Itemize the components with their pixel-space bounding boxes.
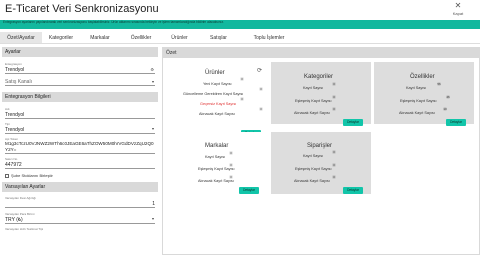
default-currency-value: TRY (₺): [5, 216, 155, 224]
tab-summary-settings[interactable]: Özet/Ayarlar: [0, 32, 42, 43]
seller-no-field[interactable]: Satıcı No 447972: [2, 157, 158, 169]
categories-card: Kategoriler 0 Kayıt Sayısı 0 Eşleşmiş Ka…: [271, 62, 371, 126]
sales-channel-select[interactable]: Satış Kanalı ▾: [2, 78, 158, 86]
orders-total-count: 0: [332, 150, 336, 154]
orders-total-label: Kayıt Sayısı: [303, 154, 324, 158]
orders-details-button[interactable]: Detaylar: [343, 187, 363, 194]
close-label: Kapat: [452, 11, 464, 16]
settings-section-title: Ayarlar: [2, 47, 158, 57]
features-fetch-label: Alınacak Kayıt Sayısı: [399, 111, 435, 115]
categories-total-label: Kayıt Sayısı: [303, 86, 324, 90]
features-title: Özellikler: [410, 74, 435, 80]
products-fetch-label: Alınacak Kayıt Sayısı: [199, 112, 235, 116]
tab-categories[interactable]: Kategoriler: [42, 32, 80, 43]
features-card: Özellikler 56 Kayıt Sayısı 46 Eşleşmiş K…: [374, 62, 474, 126]
orders-fetch-label: Alınacak Kayıt Sayısı: [294, 179, 330, 183]
sales-channel-placeholder: Satış Kanalı: [5, 78, 155, 86]
products-new-label: Yeni Kayıt Sayısı: [203, 82, 232, 86]
categories-total-count: 0: [332, 82, 336, 86]
categories-matched-count: 0: [332, 95, 336, 99]
features-matched-count: 46: [446, 95, 450, 99]
integration-value: Trendyol: [5, 66, 155, 74]
checkbox-box[interactable]: [5, 173, 9, 178]
close-button[interactable]: ✕ Kapat: [444, 1, 472, 17]
default-desi-value: 1: [5, 200, 155, 208]
orders-card: Siparişler 0 Kayıt Sayısı 0 Eşleşmiş Kay…: [271, 132, 371, 194]
categories-fetch-count: 0: [332, 107, 336, 111]
app-header: E-Ticaret Veri Senkronizasyonu ✕ Kapat: [0, 0, 480, 20]
products-update-count: 0: [259, 87, 263, 91]
api-token-field[interactable]: Api Token M1g3cTczU0VJNWZ2WTh6c0JEaGE6aT…: [2, 137, 158, 154]
name-field[interactable]: Adı Trendyol: [2, 107, 158, 119]
orders-title: Siparişler: [307, 143, 333, 149]
default-currency-select[interactable]: Varsayılan Para Birimi TRY (₺) ▾: [2, 212, 158, 224]
features-matched-label: Eşleşmiş Kayıt Sayısı: [400, 99, 437, 103]
tab-bulk-operations[interactable]: Toplu İşlemler: [240, 32, 298, 43]
brands-details-button[interactable]: Detaylar: [239, 187, 259, 194]
gear-icon[interactable]: ⚙: [150, 67, 154, 72]
info-alert: Entegrasyon ayarlarını yapılandırarak ve…: [0, 20, 480, 29]
products-new-count: 0: [240, 77, 244, 81]
chevron-down-icon: ▾: [151, 126, 154, 131]
tab-bar: Özet/Ayarlar Kategoriler Markalar Özelli…: [0, 32, 480, 44]
categories-details-button[interactable]: Detaylar: [343, 119, 363, 126]
brands-total-label: Kayıt Sayısı: [205, 155, 226, 159]
tab-brands[interactable]: Markalar: [80, 32, 120, 43]
default-shipping-select[interactable]: Varsayılan Hızlı Teslimat Tipi: [2, 227, 158, 231]
products-invalid-label: Geçersiz Kayıt Sayısı: [200, 102, 237, 106]
orders-matched-label: Eşleşmiş Kayıt Sayısı: [295, 167, 332, 171]
tab-sales[interactable]: Satışlar: [197, 32, 240, 43]
summary-title: Özet: [163, 48, 479, 58]
features-details-button[interactable]: Detaylar: [446, 119, 466, 126]
orders-fetch-count: 0: [332, 175, 336, 179]
brands-card: Markalar 0 Kayıt Sayısı 0 Eşleşmiş Kayıt…: [169, 132, 269, 194]
defaults-section-title: Varsayılan Ayarlar: [2, 182, 158, 192]
products-fetch-count: 0: [259, 107, 263, 111]
name-value: Trendyol: [5, 111, 155, 119]
products-update-label: Güncelleme Gerektiren Kayıt Sayısı: [183, 92, 244, 96]
summary-panel: Özet Ürünler ⟳ 0 Yeni Kayıt Sayısı 0 Gün…: [162, 47, 480, 255]
default-desi-field[interactable]: Varsayılan Desi Ağırlığı 1: [2, 196, 158, 208]
tab-features[interactable]: Özellikler: [120, 32, 162, 43]
page-title: E-Ticaret Veri Senkronizasyonu: [5, 3, 159, 15]
refresh-icon[interactable]: ⟳: [257, 67, 262, 74]
orders-matched-count: 0: [332, 163, 336, 167]
tab-products[interactable]: Ürünler: [162, 32, 197, 43]
type-select[interactable]: Tipi Trendyol ▾: [2, 122, 158, 134]
brands-total-count: 0: [229, 151, 233, 155]
categories-matched-label: Eşleşmiş Kayıt Sayısı: [295, 99, 332, 103]
branch-stock-label: Şube Stoklarını Birleştir: [11, 173, 53, 178]
chevron-down-icon: ▾: [151, 216, 154, 221]
brands-fetch-label: Alınacak Kayıt Sayısı: [198, 179, 234, 183]
api-token-value: M1g3cTczU0VJNWZ2WTh6c0JEaGE6aThZOW50M0hr…: [5, 141, 155, 154]
integration-info-title: Entegrasyon Bilgileri: [2, 92, 158, 102]
branch-stock-checkbox[interactable]: Şube Stoklarını Birleştir: [2, 173, 158, 178]
categories-title: Kategoriler: [304, 74, 334, 80]
brands-title: Markalar: [205, 143, 229, 149]
features-total-label: Kayıt Sayısı: [406, 86, 427, 90]
features-fetch-count: 10: [443, 107, 447, 111]
close-icon: ✕: [454, 1, 462, 10]
seller-no-value: 447972: [5, 161, 155, 169]
settings-panel: Ayarlar Entegrasyon Trendyol ⚙ Satış Kan…: [2, 47, 158, 255]
products-card: Ürünler ⟳ 0 Yeni Kayıt Sayısı 0 Güncelle…: [169, 62, 269, 137]
integration-select[interactable]: Entegrasyon Trendyol ⚙: [2, 62, 158, 74]
type-value: Trendyol: [5, 126, 155, 134]
default-shipping-label: Varsayılan Hızlı Teslimat Tipi: [5, 227, 44, 231]
brands-matched-label: Eşleşmiş Kayıt Sayısı: [198, 167, 235, 171]
categories-fetch-label: Alınacak Kayıt Sayısı: [294, 111, 330, 115]
chevron-down-icon: ▾: [151, 79, 154, 84]
features-total-count: 56: [437, 82, 441, 86]
products-title: Ürünler: [205, 70, 225, 76]
products-invalid-count: 0: [240, 97, 244, 101]
